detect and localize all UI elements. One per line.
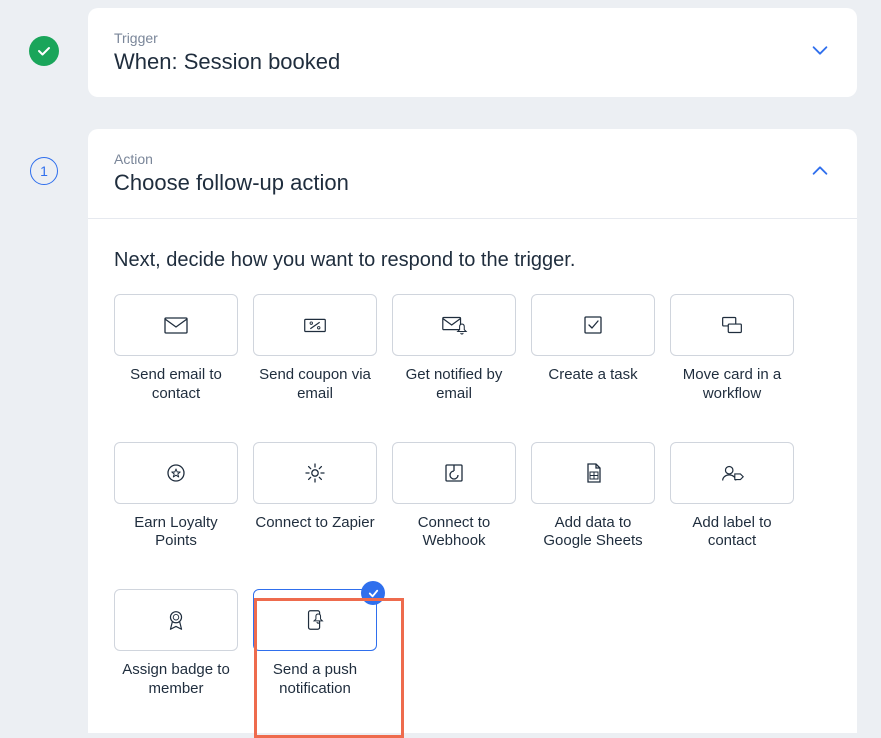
trigger-eyebrow: Trigger [114,30,340,46]
envelope-icon [162,313,190,337]
tile-label: Connect to Zapier [253,514,377,533]
action-tile-get-notified[interactable] [392,294,516,356]
action-tile-webhook[interactable] [392,442,516,504]
tile-label: Send coupon via email [253,366,377,404]
divider [88,218,857,219]
tile-label: Send a push notification [253,661,377,699]
action-tile-push-notification[interactable] [253,589,377,651]
gear-icon [301,461,329,485]
sheets-icon [579,461,607,485]
loyalty-star-icon [162,461,190,485]
trigger-card[interactable]: Trigger When: Session booked [88,8,857,97]
action-tile-google-sheets[interactable] [531,442,655,504]
action-title: Choose follow-up action [114,170,349,196]
action-tile-send-coupon[interactable] [253,294,377,356]
action-tile-create-task[interactable] [531,294,655,356]
phone-bell-icon [301,608,329,632]
webhook-icon [440,461,468,485]
action-eyebrow: Action [114,151,349,167]
action-step-number-badge: 1 [30,157,58,185]
contact-label-icon [718,461,746,485]
action-card-header[interactable]: Action Choose follow-up action [114,151,831,196]
action-tile-assign-badge[interactable] [114,589,238,651]
tile-label: Create a task [531,366,655,385]
tile-label: Add label to contact [670,514,794,552]
tile-label: Send email to contact [114,366,238,404]
trigger-title: When: Session booked [114,49,340,75]
chevron-up-icon[interactable] [809,160,831,187]
action-card: Action Choose follow-up action Next, dec… [88,129,857,733]
action-tile-loyalty-points[interactable] [114,442,238,504]
trigger-complete-badge [29,36,59,66]
task-checkbox-icon [579,313,607,337]
chevron-down-icon[interactable] [809,39,831,66]
tile-label: Add data to Google Sheets [531,514,655,552]
tile-label: Assign badge to member [114,661,238,699]
tile-label: Move card in a workflow [670,366,794,404]
badge-ribbon-icon [162,608,190,632]
tile-label: Connect to Webhook [392,514,516,552]
envelope-bell-icon [440,313,468,337]
action-step-number: 1 [40,163,48,179]
action-tile-add-label[interactable] [670,442,794,504]
action-tile-zapier[interactable] [253,442,377,504]
coupon-icon [301,313,329,337]
action-tile-send-email[interactable] [114,294,238,356]
workflow-cards-icon [718,313,746,337]
tile-label: Earn Loyalty Points [114,514,238,552]
action-tile-move-card[interactable] [670,294,794,356]
selected-check-icon [361,581,385,605]
action-helper-text: Next, decide how you want to respond to … [114,249,831,272]
tile-label: Get notified by email [392,366,516,404]
